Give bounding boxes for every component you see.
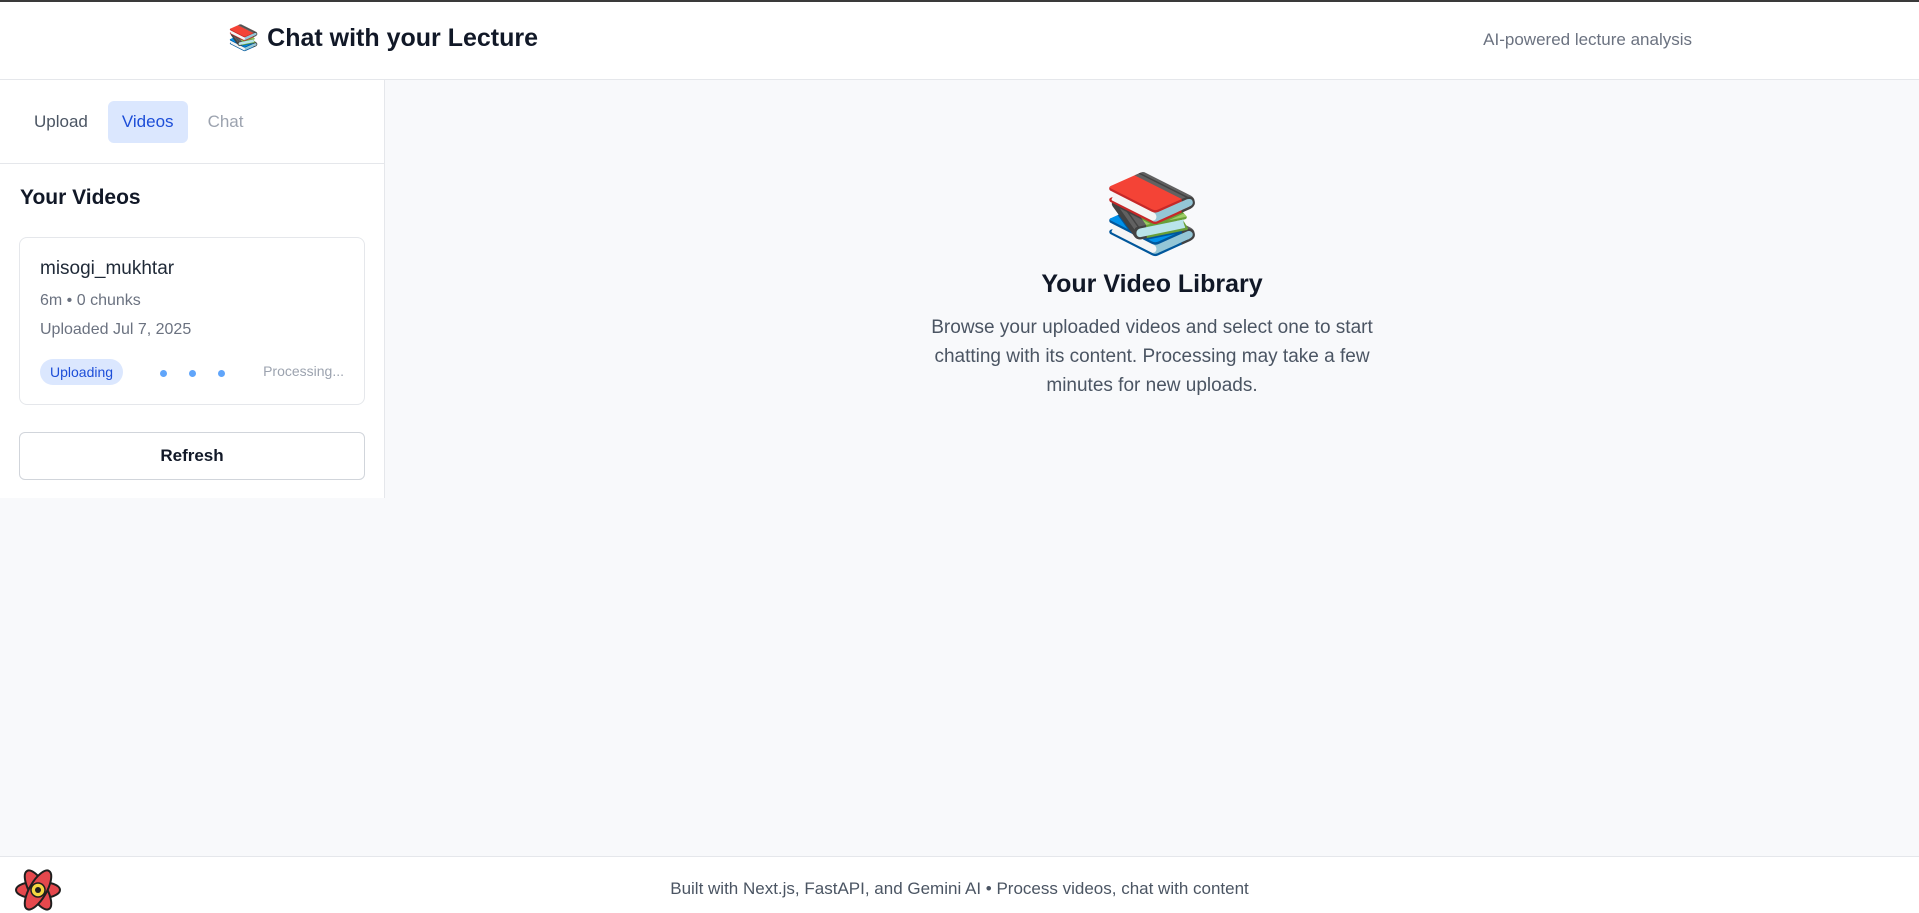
loading-dot xyxy=(189,370,196,377)
loading-dot xyxy=(160,370,167,377)
processing-text: Processing... xyxy=(263,363,344,379)
library-title: Your Video Library xyxy=(1041,270,1263,298)
app-title-text: Chat with your Lecture xyxy=(267,24,539,52)
refresh-button[interactable]: Refresh xyxy=(19,432,365,480)
library-empty-state: 📚 Your Video Library Browse your uploade… xyxy=(385,80,1919,400)
video-upload-date: Uploaded Jul 7, 2025 xyxy=(40,321,192,338)
books-icon: 📚 xyxy=(228,24,260,52)
app-header: 📚 Chat with your Lecture AI-powered lect… xyxy=(0,2,1919,80)
video-meta: 6m • 0 chunks xyxy=(40,292,141,309)
video-card[interactable]: misogi_mukhtar 6m • 0 chunks Uploaded Ju… xyxy=(19,237,365,405)
tab-videos[interactable]: Videos xyxy=(107,100,188,143)
status-badge: Uploading xyxy=(40,359,124,385)
tab-upload[interactable]: Upload xyxy=(20,101,102,143)
video-name: misogi_mukhtar xyxy=(40,258,175,279)
header-subtitle: AI-powered lecture analysis xyxy=(1483,30,1692,49)
footer: Built with Next.js, FastAPI, and Gemini … xyxy=(0,856,1919,913)
sidebar: Upload Videos Chat Your Videos misogi_mu… xyxy=(0,80,385,498)
library-description: Browse your uploaded videos and select o… xyxy=(931,317,1373,396)
app-title: 📚 Chat with your Lecture xyxy=(228,24,538,53)
loading-dot xyxy=(218,370,225,377)
tab-chat[interactable]: Chat xyxy=(194,101,258,143)
sidebar-tabs: Upload Videos Chat xyxy=(0,80,384,164)
loading-dots xyxy=(160,370,225,377)
books-icon: 📚 xyxy=(1103,169,1201,257)
footer-text: Built with Next.js, FastAPI, and Gemini … xyxy=(670,879,1249,898)
videos-heading: Your Videos xyxy=(20,186,141,209)
